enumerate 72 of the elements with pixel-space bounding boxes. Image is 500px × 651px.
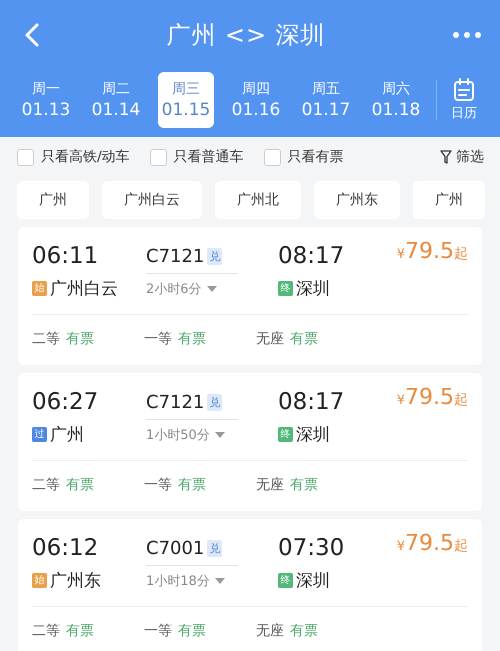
price-text: ¥79.5起 [396, 531, 468, 556]
seat-class: 无座 [256, 476, 284, 494]
station-chip[interactable]: 广州 [17, 181, 89, 219]
arrival-station: 深圳 [296, 424, 330, 446]
caret-icon[interactable] [206, 286, 217, 292]
checkbox[interactable] [264, 148, 281, 166]
departure-time: 06:12 [32, 534, 100, 563]
station-badge: 终 [278, 573, 293, 588]
caret-icon[interactable] [214, 578, 225, 584]
arrival-station: 深圳 [296, 570, 330, 592]
checkbox-label[interactable]: 只看高铁/动车 [41, 148, 130, 166]
seat-status: 有票 [290, 622, 318, 640]
station-badge: 始 [32, 281, 47, 296]
seat-class: 二等 [32, 622, 60, 640]
station-badge: 终 [278, 427, 293, 442]
price-text: ¥79.5起 [396, 385, 468, 410]
station-chip[interactable]: 广州 [413, 181, 485, 219]
duration-text[interactable]: 2小时6分 [146, 280, 202, 298]
seat-status: 有票 [66, 622, 94, 640]
train-tag: 兑 [207, 540, 222, 556]
seat-status: 有票 [66, 330, 94, 348]
train-card[interactable]: 06:12 始 广州东 C7001 兑 1小时18分 07:30 终 深圳 ¥79.5起 二等 有票 一等 有票 无座 有票 [18, 519, 482, 651]
station-chip[interactable]: 广州白云 [102, 181, 202, 219]
station-badge: 过 [32, 427, 47, 442]
train-number: C7121 [146, 392, 204, 412]
train-tag: 兑 [207, 394, 222, 410]
back-icon [24, 23, 40, 47]
seat-class: 无座 [256, 622, 284, 640]
seat-status: 有票 [178, 330, 206, 348]
arrival-time: 08:17 [278, 388, 346, 417]
seat-class: 二等 [32, 476, 60, 494]
train-tag: 兑 [207, 248, 222, 264]
duration-text[interactable]: 1小时18分 [146, 572, 210, 590]
departure-time: 06:11 [32, 242, 100, 271]
seat-class: 一等 [144, 330, 172, 348]
station-chip[interactable]: 广州东 [314, 181, 400, 219]
seat-status: 有票 [178, 622, 206, 640]
checkbox[interactable] [17, 148, 34, 166]
checkbox-label[interactable]: 只看有票 [288, 148, 344, 166]
filter-button[interactable]: 筛选 [440, 148, 484, 166]
station-chip[interactable]: 广州北 [215, 181, 301, 219]
seat-class: 无座 [256, 330, 284, 348]
checkbox[interactable] [150, 148, 167, 166]
caret-icon[interactable] [214, 432, 225, 438]
departure-station: 广州东 [50, 570, 101, 592]
more-icon [452, 31, 482, 39]
seat-status: 有票 [178, 476, 206, 494]
arrival-station: 深圳 [296, 278, 330, 300]
calendar-icon [453, 78, 475, 102]
train-number: C7121 [146, 246, 204, 266]
seat-class: 二等 [32, 330, 60, 348]
station-badge: 始 [32, 573, 47, 588]
checkbox-label[interactable]: 只看普通车 [174, 148, 244, 166]
filter-icon [440, 150, 452, 164]
page-title: 广州 <> 深圳 [166, 20, 326, 51]
arrival-time: 08:17 [278, 242, 346, 271]
seat-status: 有票 [290, 476, 318, 494]
train-card[interactable]: 06:11 始 广州白云 C7121 兑 2小时6分 08:17 终 深圳 ¥79.5起 二等 有票 一等 有票 无座 有票 [18, 227, 482, 365]
departure-station: 广州白云 [50, 278, 118, 300]
date-tab[interactable]: 周三 01.15 [158, 72, 214, 128]
seat-class: 一等 [144, 622, 172, 640]
seat-class: 一等 [144, 476, 172, 494]
seat-status: 有票 [290, 330, 318, 348]
arrival-time: 07:30 [278, 534, 346, 563]
station-badge: 终 [278, 281, 293, 296]
price-text: ¥79.5起 [396, 239, 468, 264]
departure-time: 06:27 [32, 388, 100, 417]
seat-status: 有票 [66, 476, 94, 494]
train-number: C7001 [146, 538, 204, 558]
duration-text[interactable]: 1小时50分 [146, 426, 210, 444]
departure-station: 广州 [50, 424, 84, 446]
train-card[interactable]: 06:27 过 广州 C7121 兑 1小时50分 08:17 终 深圳 ¥79.5起 二等 有票 一等 有票 无座 有票 [18, 373, 482, 511]
